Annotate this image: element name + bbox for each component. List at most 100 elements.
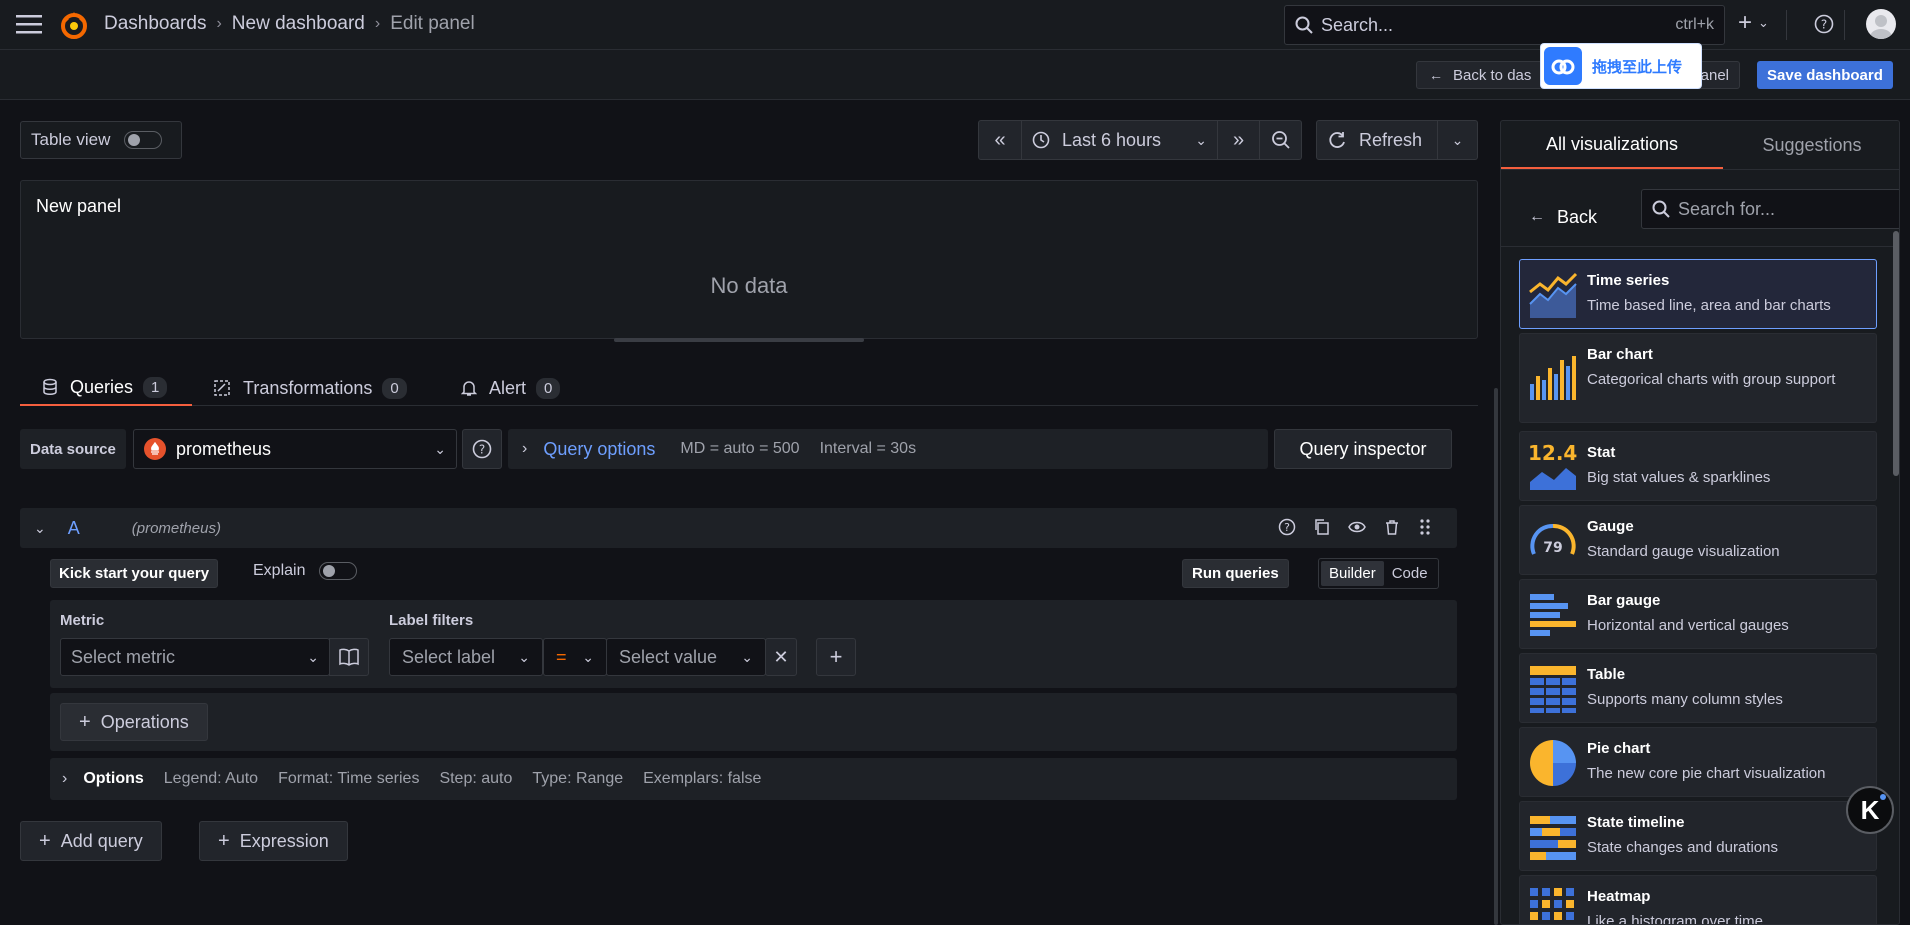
time-shift-back-button[interactable]: « [978,120,1022,160]
close-icon: ✕ [773,646,789,667]
viz-item-stat[interactable]: 12.4 Stat Big stat values & sparklines [1519,431,1877,501]
drag-handle-icon[interactable] [1418,518,1432,536]
refresh-button[interactable]: Refresh [1316,120,1438,160]
main-scrollbar[interactable] [1494,388,1498,925]
edit-panel-toolbar: ← Back to das anel 拖拽至此上传 Save dashboard [0,43,1910,100]
grafana-logo-icon[interactable] [60,10,88,40]
toggle-switch[interactable] [124,131,163,149]
tab-all-visualizations[interactable]: All visualizations [1501,121,1723,169]
search-input[interactable]: Search... ctrl+k [1284,5,1725,45]
time-picker-button[interactable]: Last 6 hours ⌄ [1022,120,1218,160]
new-menu-button[interactable]: + ⌄ [1738,11,1769,35]
table-icon [1528,664,1578,714]
viz-back-button[interactable]: ← Back [1529,197,1597,237]
viz-item-pie-chart[interactable]: Pie chart The new core pie chart visuali… [1519,727,1877,797]
refresh-label: Refresh [1359,129,1423,150]
add-filter-button[interactable]: + [816,638,856,676]
viz-item-time-series[interactable]: Time series Time based line, area and ba… [1519,259,1877,329]
refresh-interval-dropdown[interactable]: ⌄ [1438,120,1478,160]
divider [1844,10,1845,40]
viz-item-state-timeline[interactable]: State timeline State changes and duratio… [1519,801,1877,871]
time-shift-forward-button[interactable]: » [1218,120,1260,160]
viz-item-bar-gauge[interactable]: Bar gauge Horizontal and vertical gauges [1519,579,1877,649]
viz-item-name: Table [1587,666,1626,683]
save-dashboard-label: Save dashboard [1767,66,1883,84]
breadcrumb-dashboards[interactable]: Dashboards [104,13,206,35]
mode-code-button[interactable]: Code [1384,561,1436,586]
save-dashboard-button[interactable]: Save dashboard [1757,61,1893,89]
chevrons-right-icon: » [1232,128,1245,151]
query-row-actions: ? [1278,518,1432,536]
chevron-down-icon: ⌄ [1451,131,1464,148]
add-query-button[interactable]: + Add query [20,821,162,861]
bell-icon [461,379,477,397]
tab-all-visualizations-label: All visualizations [1545,133,1679,154]
trash-icon[interactable] [1383,518,1401,536]
zoom-out-icon [1271,130,1291,150]
run-queries-button[interactable]: Run queries [1182,559,1289,588]
tab-queries[interactable]: Queries 1 [20,370,192,406]
max-data-points-text: MD = auto = 500 [680,440,800,457]
notification-dot [1880,794,1886,800]
value-select[interactable]: Select value ⌄ [606,638,766,676]
query-row-header: ⌄ A (prometheus) [20,508,1457,548]
data-source-help-button[interactable]: ? [462,429,502,469]
time-series-icon [1528,270,1578,320]
viz-item-desc: Time based line, area and bar charts [1587,297,1831,314]
operations-button[interactable]: + Operations [60,703,208,741]
query-inspector-button[interactable]: Query inspector [1274,429,1452,469]
floating-assistant-button[interactable]: K [1846,786,1894,834]
interval-text: Interval = 30s [819,440,917,457]
tab-alert[interactable]: Alert 0 [461,370,561,406]
tab-suggestions[interactable]: Suggestions [1723,121,1899,169]
viz-item-gauge[interactable]: 79 Gauge Standard gauge visualization [1519,505,1877,575]
menu-icon[interactable] [16,14,42,34]
upload-overlay[interactable]: 拖拽至此上传 [1540,43,1702,89]
viz-item-heatmap[interactable]: Heatmap Like a histogram over time [1519,875,1877,924]
help-icon: ? [472,439,492,459]
toggle-switch[interactable] [319,562,358,580]
query-datasource-name: (prometheus) [131,519,221,537]
metric-select[interactable]: Select metric ⌄ [60,638,330,676]
viz-list-scrollbar[interactable] [1893,231,1899,476]
panel-title[interactable]: New panel [36,196,121,217]
help-icon[interactable]: ? [1814,14,1834,34]
query-options-bar[interactable]: › Query options MD = auto = 500 Interval… [508,429,1268,469]
operator-select[interactable]: = ⌄ [543,638,607,676]
explain-toggle[interactable]: Explain [253,562,358,580]
chevron-down-icon[interactable]: ⌄ [34,520,46,537]
data-source-picker[interactable]: prometheus ⌄ [133,429,457,469]
back-to-dashboard-button[interactable]: ← Back to das [1416,61,1545,89]
query-ref-id[interactable]: A [68,518,80,539]
remove-filter-button[interactable]: ✕ [765,638,797,676]
table-view-toggle[interactable]: Table view [20,121,182,159]
viz-search-input[interactable]: Search for... [1641,189,1899,229]
viz-item-table[interactable]: Table Supports many column styles [1519,653,1877,723]
time-controls: « Last 6 hours ⌄ » [978,120,1302,160]
eye-icon[interactable] [1348,518,1366,536]
mode-builder-button[interactable]: Builder [1321,561,1384,586]
label-select[interactable]: Select label ⌄ [389,638,543,676]
breadcrumb: Dashboards › New dashboard › Edit panel [104,13,475,35]
chevron-down-icon: ⌄ [1195,131,1207,148]
add-expression-button[interactable]: + Expression [199,821,348,861]
zoom-out-button[interactable] [1260,120,1302,160]
kick-start-button[interactable]: Kick start your query [50,559,219,588]
search-icon [1652,200,1670,218]
tab-transformations[interactable]: Transformations 0 [213,370,407,406]
option-step: Step: auto [439,770,513,787]
breadcrumb-new-dashboard[interactable]: New dashboard [232,13,365,35]
option-legend: Legend: Auto [163,770,259,787]
metrics-explorer-button[interactable] [329,638,369,676]
tab-suggestions-label: Suggestions [1762,134,1862,155]
options-row[interactable]: › Options Legend: Auto Format: Time seri… [50,758,1457,800]
tab-queries-count: 1 [143,376,168,398]
duplicate-icon[interactable] [1313,518,1331,536]
avatar[interactable] [1866,9,1896,39]
panel-resize-handle[interactable] [614,338,864,342]
help-icon[interactable]: ? [1278,518,1296,536]
chevron-down-icon: ⌄ [582,648,594,665]
viz-item-bar-chart[interactable]: Bar chart Categorical charts with group … [1519,333,1877,423]
plus-icon: + [39,829,51,852]
chevron-down-icon: ⌄ [518,648,530,665]
